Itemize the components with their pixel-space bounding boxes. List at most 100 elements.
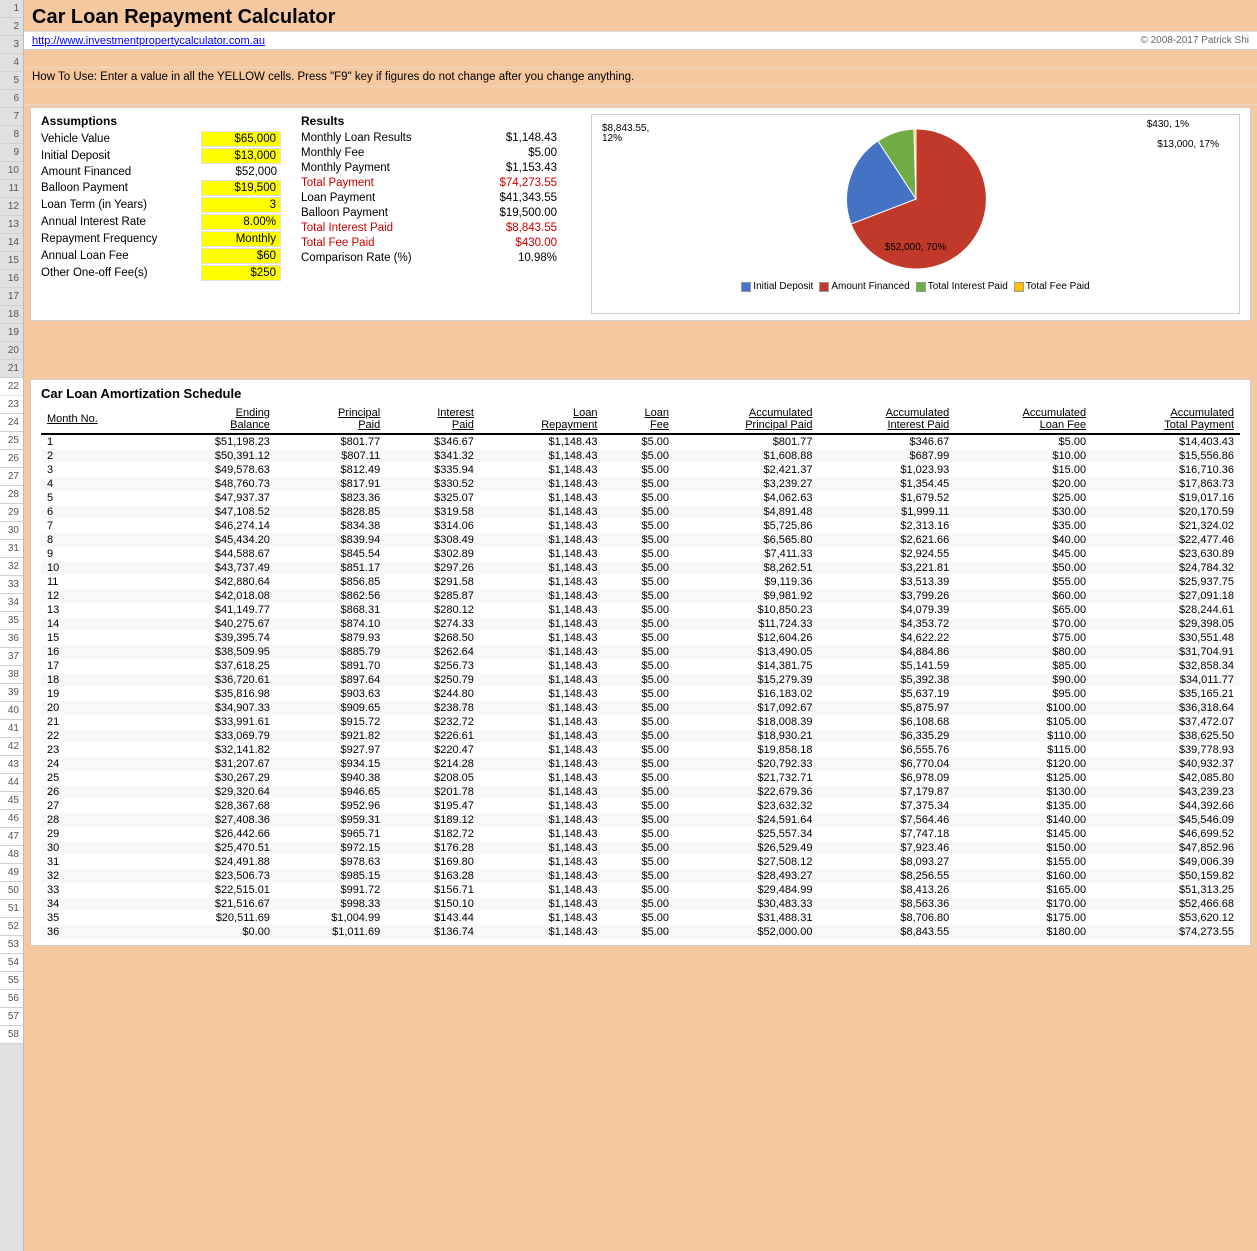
- table-cell: $45.00: [955, 547, 1092, 561]
- results-block: Results Monthly Loan Results $1,148.43 M…: [301, 114, 581, 314]
- table-cell: $868.31: [276, 603, 386, 617]
- table-cell: $7,923.46: [818, 841, 955, 855]
- table-cell: 19: [41, 687, 155, 701]
- table-cell: $3,799.26: [818, 589, 955, 603]
- table-cell: $21,516.67: [155, 897, 276, 911]
- table-cell: $1,148.43: [480, 477, 604, 491]
- table-cell: $5.00: [603, 701, 675, 715]
- table-cell: 14: [41, 617, 155, 631]
- table-cell: $53,620.12: [1092, 911, 1240, 925]
- table-cell: $7,564.46: [818, 813, 955, 827]
- table-cell: $927.97: [276, 743, 386, 757]
- table-cell: $40,932.37: [1092, 757, 1240, 771]
- table-cell: 13: [41, 603, 155, 617]
- table-cell: $145.00: [955, 827, 1092, 841]
- table-cell: $1,148.43: [480, 897, 604, 911]
- table-cell: 34: [41, 897, 155, 911]
- table-cell: $31,207.67: [155, 757, 276, 771]
- table-cell: $16,710.36: [1092, 463, 1240, 477]
- table-cell: $28,367.68: [155, 799, 276, 813]
- table-cell: $155.00: [955, 855, 1092, 869]
- table-cell: $176.28: [386, 841, 480, 855]
- table-cell: $140.00: [955, 813, 1092, 827]
- table-header-row: Month No. EndingBalance PrincipalPaid In…: [41, 405, 1240, 434]
- table-cell: $5.00: [603, 883, 675, 897]
- result-comparison-rate: Comparison Rate (%) 10.98%: [301, 251, 581, 265]
- table-cell: $23,630.89: [1092, 547, 1240, 561]
- table-cell: $27,091.18: [1092, 589, 1240, 603]
- chart-annotation-interest2: 12%: [602, 133, 622, 144]
- table-cell: 30: [41, 841, 155, 855]
- copyright: © 2008-2017 Patrick Shi: [1140, 35, 1249, 46]
- table-cell: 3: [41, 463, 155, 477]
- table-cell: $45,434.20: [155, 533, 276, 547]
- table-cell: $232.72: [386, 715, 480, 729]
- table-cell: $13,490.05: [675, 645, 818, 659]
- legend-total-fee: Total Fee Paid: [1014, 281, 1090, 292]
- table-cell: $915.72: [276, 715, 386, 729]
- table-cell: $5.00: [603, 603, 675, 617]
- table-cell: $35,165.21: [1092, 687, 1240, 701]
- col-month: Month No.: [41, 405, 155, 434]
- table-cell: $163.28: [386, 869, 480, 883]
- table-cell: $74,273.55: [1092, 925, 1240, 939]
- table-cell: 12: [41, 589, 155, 603]
- table-row: 11$42,880.64$856.85$291.58$1,148.43$5.00…: [41, 575, 1240, 589]
- table-cell: $1,999.11: [818, 505, 955, 519]
- table-cell: $807.11: [276, 449, 386, 463]
- table-cell: $965.71: [276, 827, 386, 841]
- table-cell: $26,529.49: [675, 841, 818, 855]
- table-row: 2$50,391.12$807.11$341.32$1,148.43$5.00$…: [41, 449, 1240, 463]
- table-cell: $1,679.52: [818, 491, 955, 505]
- assumption-repayment-freq: Repayment Frequency Monthly: [41, 231, 291, 247]
- table-cell: $50.00: [955, 561, 1092, 575]
- table-cell: $4,079.39: [818, 603, 955, 617]
- table-cell: $45,546.09: [1092, 813, 1240, 827]
- table-cell: $256.73: [386, 659, 480, 673]
- table-cell: $42,880.64: [155, 575, 276, 589]
- table-cell: $39,778.93: [1092, 743, 1240, 757]
- assumption-value[interactable]: $65,000: [201, 131, 281, 147]
- table-cell: $32,858.34: [1092, 659, 1240, 673]
- legend-initial-deposit: Initial Deposit: [741, 281, 813, 292]
- table-cell: $8,843.55: [818, 925, 955, 939]
- table-cell: $24,591.64: [675, 813, 818, 827]
- table-row: 16$38,509.95$885.79$262.64$1,148.43$5.00…: [41, 645, 1240, 659]
- table-cell: $335.94: [386, 463, 480, 477]
- table-cell: 29: [41, 827, 155, 841]
- table-cell: $1,148.43: [480, 673, 604, 687]
- table-cell: $5.00: [603, 771, 675, 785]
- table-cell: $1,148.43: [480, 827, 604, 841]
- table-cell: $46,274.14: [155, 519, 276, 533]
- table-cell: $1,148.43: [480, 659, 604, 673]
- table-cell: $31,488.31: [675, 911, 818, 925]
- table-cell: 28: [41, 813, 155, 827]
- table-cell: $25,937.75: [1092, 575, 1240, 589]
- table-cell: $1,148.43: [480, 463, 604, 477]
- table-cell: 33: [41, 883, 155, 897]
- table-cell: 36: [41, 925, 155, 939]
- table-cell: $29,484.99: [675, 883, 818, 897]
- table-cell: $136.74: [386, 925, 480, 939]
- table-cell: $8,563.36: [818, 897, 955, 911]
- table-cell: $42,085.80: [1092, 771, 1240, 785]
- chart-legend: Initial Deposit Amount Financed Total In…: [596, 279, 1235, 294]
- table-cell: $2,924.55: [818, 547, 955, 561]
- website-url[interactable]: http://www.investmentpropertycalculator.…: [32, 35, 265, 47]
- table-cell: $5.00: [603, 855, 675, 869]
- table-cell: $5.00: [603, 785, 675, 799]
- table-cell: $1,148.43: [480, 743, 604, 757]
- table-cell: $5.00: [603, 505, 675, 519]
- table-cell: $959.31: [276, 813, 386, 827]
- table-cell: $35,816.98: [155, 687, 276, 701]
- table-cell: $330.52: [386, 477, 480, 491]
- table-cell: $1,023.93: [818, 463, 955, 477]
- table-cell: 2: [41, 449, 155, 463]
- table-cell: $5,725.86: [675, 519, 818, 533]
- table-cell: $5.00: [603, 659, 675, 673]
- table-cell: $1,148.43: [480, 869, 604, 883]
- table-cell: $1,148.43: [480, 729, 604, 743]
- table-row: 20$34,907.33$909.65$238.78$1,148.43$5.00…: [41, 701, 1240, 715]
- table-cell: $5.00: [603, 589, 675, 603]
- table-cell: $5.00: [603, 645, 675, 659]
